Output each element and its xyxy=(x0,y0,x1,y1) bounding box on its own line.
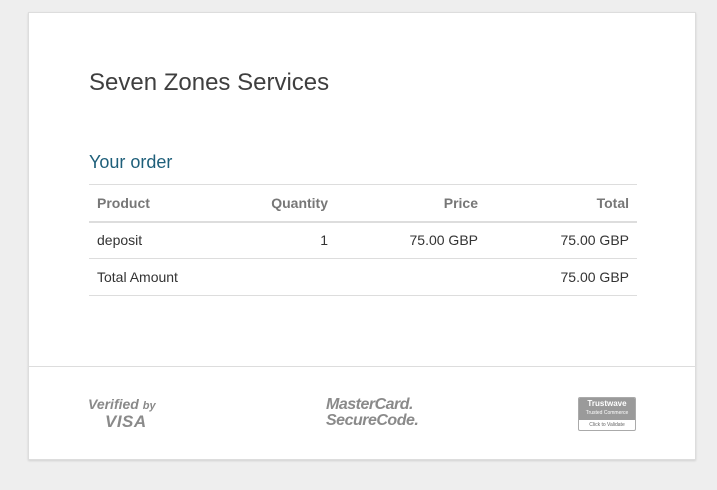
column-header-product: Product xyxy=(89,184,214,223)
table-header-row: Product Quantity Price Total xyxy=(89,184,637,223)
table-row: deposit 1 75.00 GBP 75.00 GBP xyxy=(89,221,637,259)
column-header-price: Price xyxy=(336,184,486,223)
total-amount-label: Total Amount xyxy=(89,258,336,296)
security-logos-footer: Verified by VISA MasterCard. SecureCode.… xyxy=(29,366,695,460)
trustwave-seal[interactable]: Trustwave Trusted Commerce Click to Vali… xyxy=(578,397,636,431)
price-cell: 75.00 GBP xyxy=(336,221,486,259)
column-header-quantity: Quantity xyxy=(214,184,336,223)
order-table: Product Quantity Price Total deposit 1 7… xyxy=(89,184,637,296)
total-amount-value: 75.00 GBP xyxy=(486,258,637,296)
payment-card: Seven Zones Services Your order Product … xyxy=(28,12,696,460)
product-cell: deposit xyxy=(89,221,214,259)
quantity-cell: 1 xyxy=(214,221,336,259)
total-row: Total Amount 75.00 GBP xyxy=(89,258,637,296)
verified-by-visa-logo: Verified by VISA xyxy=(88,396,156,431)
order-heading: Your order xyxy=(89,152,173,172)
total-cell: 75.00 GBP xyxy=(486,221,637,259)
column-header-total: Total xyxy=(486,184,637,223)
merchant-name: Seven Zones Services xyxy=(89,69,330,96)
mastercard-securecode-logo: MasterCard. SecureCode. xyxy=(326,396,419,429)
